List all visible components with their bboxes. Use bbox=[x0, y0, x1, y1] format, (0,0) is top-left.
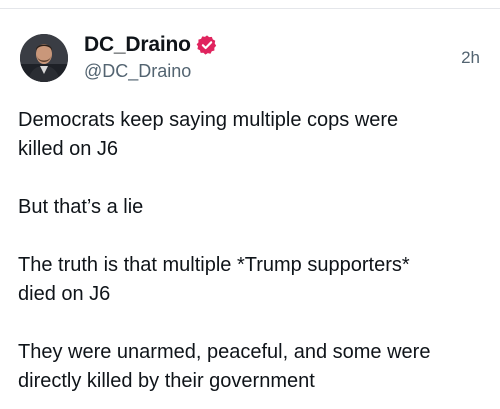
avatar[interactable] bbox=[20, 34, 68, 82]
post-timestamp[interactable]: 2h bbox=[461, 48, 480, 68]
post-card: DC_Draino @DC_Draino 2h Democrats keep s… bbox=[0, 0, 500, 409]
post-text-line: They were unarmed, peaceful, and some we… bbox=[18, 341, 431, 363]
post-body: Democrats keep saying multiple cops were… bbox=[18, 106, 488, 396]
post-text-line: died on J6 bbox=[18, 283, 111, 305]
avatar-image bbox=[20, 34, 68, 82]
display-name[interactable]: DC_Draino bbox=[84, 33, 191, 57]
post-text-line: The truth is that multiple *Trump suppor… bbox=[18, 254, 410, 276]
divider bbox=[0, 8, 500, 9]
author-names: DC_Draino @DC_Draino bbox=[84, 32, 218, 82]
author-handle[interactable]: @DC_Draino bbox=[84, 61, 218, 82]
post-text-line: But that’s a lie bbox=[18, 196, 144, 218]
post-text-line: directly killed by their government bbox=[18, 370, 315, 392]
display-name-row: DC_Draino bbox=[84, 32, 218, 58]
post-text-line: killed on J6 bbox=[18, 138, 119, 160]
post-text-line: Democrats keep saying multiple cops were bbox=[18, 109, 399, 131]
verified-badge-icon bbox=[196, 34, 218, 56]
post-header: DC_Draino @DC_Draino 2h bbox=[18, 32, 484, 88]
